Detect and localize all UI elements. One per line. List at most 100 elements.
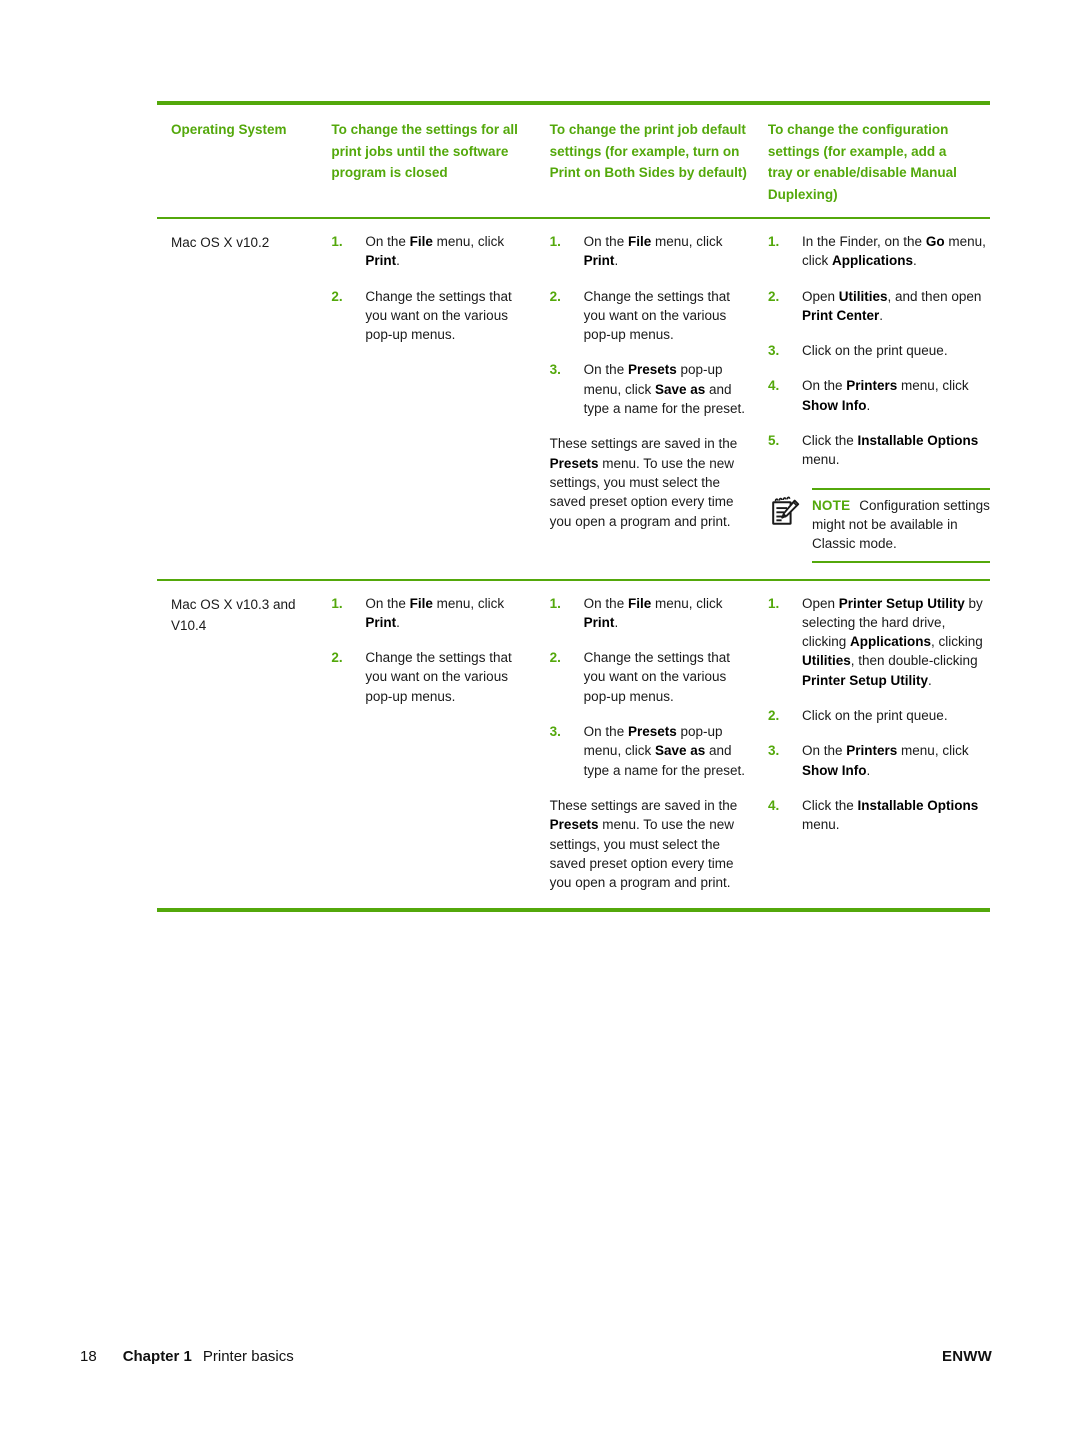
page-number: 18 <box>80 1348 97 1365</box>
step-item: 2. Change the settings that you want on t… <box>550 648 754 706</box>
table-header-row: Operating System To change the settings … <box>157 105 990 217</box>
step-text: On the File menu, click Print. <box>365 595 505 630</box>
step-number: 1. <box>331 234 343 249</box>
step-number: 1. <box>331 595 343 611</box>
step-item: 3. On the Printers menu, click Show Info. <box>768 741 990 780</box>
step-text: On the Presets pop-up menu, click Save a… <box>583 362 746 417</box>
step-number: 4. <box>767 797 780 813</box>
step-list: 1. Open Printer Setup Utility by selectin… <box>768 594 990 835</box>
step-number: 1. <box>767 234 780 249</box>
note-bottom-rule <box>811 560 990 563</box>
os-label: Mac OS X v10.3 and V10.4 <box>171 596 296 633</box>
step-text: On the Presets pop-up menu, click Save a… <box>583 724 746 778</box>
step-number: 2. <box>549 650 561 666</box>
step-text: Change the settings that you want on the… <box>583 288 731 343</box>
step-item: 4. Click the Installable Options menu. <box>768 796 990 835</box>
footer-chapter-title: Printer basics <box>202 1348 294 1365</box>
step-text: Open Printer Setup Utility by selecting … <box>801 595 983 688</box>
step-list: 1. On the File menu, click Print. 2. Change… <box>331 232 535 344</box>
step-item: 2. Change the settings that you want on t… <box>331 287 535 345</box>
step-number: 2. <box>331 650 343 666</box>
footer-right-label: ENWW <box>942 1348 992 1365</box>
step-list: 1. On the File menu, click Print. 2. Change… <box>331 594 535 706</box>
note-callout: NOTE Configuration settings might not be … <box>768 487 990 563</box>
step-item: 3. On the Presets pop-up menu, click Save… <box>550 360 754 418</box>
step-item: 2. Click on the print queue. <box>768 706 990 725</box>
step-item: 2. Change the settings that you want on t… <box>331 648 535 706</box>
step-number: 3. <box>767 743 780 759</box>
step-text: In the Finder, on the Go menu, click App… <box>801 234 986 269</box>
step-number: 1. <box>549 595 561 611</box>
header-cell-print-job-defaults: To change the print job default settings… <box>550 119 768 205</box>
cell-print-job-defaults: 1. On the File menu, click Print. 2. Change… <box>550 594 768 893</box>
step-text: On the File menu, click Print. <box>583 234 723 269</box>
presets-note-paragraph: These settings are saved in the Presets … <box>549 436 738 529</box>
document-page: Operating System To change the settings … <box>0 0 1080 1437</box>
step-list: 1. On the File menu, click Print. 2. Change… <box>550 594 754 780</box>
step-item: 1. In the Finder, on the Go menu, click A… <box>768 232 990 271</box>
step-text: Change the settings that you want on the… <box>365 650 512 704</box>
step-number: 1. <box>549 234 561 249</box>
step-number: 5. <box>767 433 780 449</box>
header-label-operating-system: Operating System <box>171 122 287 137</box>
step-text: Click the Installable Options menu. <box>801 797 979 833</box>
note-pad-pencil-icon <box>768 488 806 535</box>
step-item: 3. On the Presets pop-up menu, click Save… <box>550 722 754 780</box>
step-item: 5. Click the Installable Options menu. <box>768 431 990 470</box>
table-row: Mac OS X v10.3 and V10.4 1. On the File m… <box>157 581 990 909</box>
step-text: On the Printers menu, click Show Info. <box>801 378 969 413</box>
note-keyword: NOTE <box>811 497 851 513</box>
step-item: 2. Change the settings that you want on t… <box>550 287 754 345</box>
cell-operating-system: Mac OS X v10.2 <box>171 232 331 563</box>
cell-all-print-jobs: 1. On the File menu, click Print. 2. Change… <box>331 594 549 893</box>
step-number: 3. <box>549 724 561 740</box>
step-text: Open Utilities, and then open Print Cent… <box>801 288 982 323</box>
step-item: 1. On the File menu, click Print. <box>331 232 535 271</box>
header-label-all-print-jobs: To change the settings for all print job… <box>331 122 518 180</box>
table-row: Mac OS X v10.2 1. On the File menu, click… <box>157 219 990 579</box>
header-label-print-job-defaults: To change the print job default settings… <box>549 122 747 180</box>
step-number: 2. <box>331 288 343 304</box>
step-text: On the File menu, click Print. <box>365 234 505 269</box>
step-text: Change the settings that you want on the… <box>583 650 731 704</box>
step-list: 1. In the Finder, on the Go menu, click A… <box>768 232 990 470</box>
step-number: 3. <box>549 362 561 378</box>
header-label-configuration-settings: To change the configuration settings (fo… <box>767 122 957 202</box>
step-item: 4. On the Printers menu, click Show Info. <box>768 376 990 415</box>
step-number: 1. <box>767 595 780 611</box>
step-item: 2. Open Utilities, and then open Print Ce… <box>768 287 990 326</box>
step-item: 1. On the File menu, click Print. <box>550 594 754 633</box>
step-text: On the Printers menu, click Show Info. <box>801 743 969 778</box>
page-footer: 18 Chapter 1 Printer basics ENWW <box>0 1348 1080 1374</box>
step-item: 1. Open Printer Setup Utility by selectin… <box>768 594 990 690</box>
step-text: Click the Installable Options menu. <box>801 433 979 468</box>
cell-configuration-settings: 1. Open Printer Setup Utility by selectin… <box>768 594 990 893</box>
cell-configuration-settings: 1. In the Finder, on the Go menu, click A… <box>768 232 990 563</box>
settings-comparison-table: Operating System To change the settings … <box>157 101 990 913</box>
os-label: Mac OS X v10.2 <box>171 235 270 250</box>
step-number: 2. <box>549 288 561 304</box>
step-number: 2. <box>767 288 780 304</box>
presets-note-paragraph: These settings are saved in the Presets … <box>549 797 738 891</box>
step-text: On the File menu, click Print. <box>583 595 723 630</box>
step-number: 4. <box>767 378 780 394</box>
note-body: NOTE Configuration settings might not be … <box>806 487 990 563</box>
step-number: 2. <box>767 708 780 724</box>
table-bottom-border <box>157 908 990 913</box>
footer-left-group: 18 Chapter 1 Printer basics <box>80 1348 294 1365</box>
cell-operating-system: Mac OS X v10.3 and V10.4 <box>171 594 331 893</box>
cell-print-job-defaults: 1. On the File menu, click Print. 2. Change… <box>550 232 768 563</box>
step-item: 1. On the File menu, click Print. <box>550 232 754 271</box>
step-list: 1. On the File menu, click Print. 2. Change… <box>550 232 754 418</box>
cell-all-print-jobs: 1. On the File menu, click Print. 2. Change… <box>331 232 549 563</box>
step-text: Click on the print queue. <box>801 708 948 724</box>
header-cell-all-print-jobs: To change the settings for all print job… <box>331 119 549 205</box>
step-number: 3. <box>767 343 780 359</box>
step-item: 3. Click on the print queue. <box>768 341 990 360</box>
step-text: Change the settings that you want on the… <box>365 288 512 343</box>
step-item: 1. On the File menu, click Print. <box>331 594 535 633</box>
step-text: Click on the print queue. <box>801 343 948 359</box>
note-text: NOTE Configuration settings might not be … <box>812 490 990 561</box>
header-cell-configuration-settings: To change the configuration settings (fo… <box>768 119 990 205</box>
header-cell-operating-system: Operating System <box>171 119 331 205</box>
